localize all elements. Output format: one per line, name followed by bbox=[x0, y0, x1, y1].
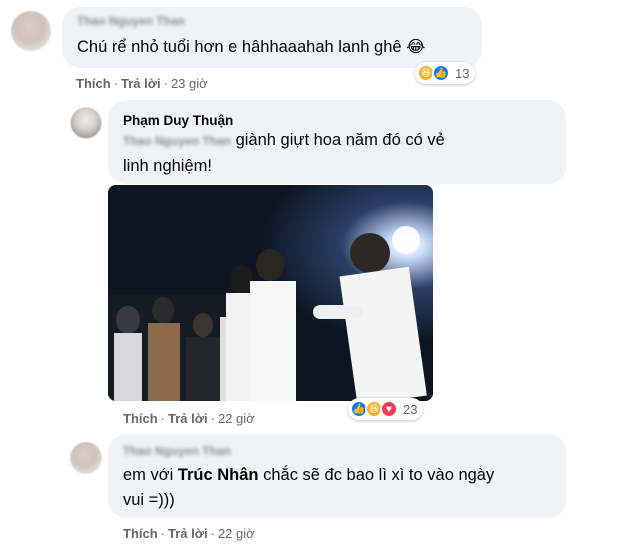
comment-author[interactable]: Thao Nguyen Than bbox=[77, 14, 185, 28]
reply-button[interactable]: Trả lời bbox=[168, 411, 208, 426]
like-button[interactable]: Thích bbox=[76, 76, 111, 91]
reaction-summary[interactable]: 😆 👍 13 bbox=[415, 62, 476, 84]
avatar[interactable] bbox=[11, 11, 51, 51]
comment-actions: Thích · Trả lời · 23 giờ bbox=[76, 76, 208, 91]
mention-link[interactable]: Trúc Nhân bbox=[178, 466, 259, 484]
comment-author[interactable]: Thao Nguyen Than bbox=[123, 444, 231, 458]
mention-link[interactable]: Thao Nguyen Than bbox=[123, 134, 231, 148]
comment-author[interactable]: Phạm Duy Thuận bbox=[123, 113, 233, 128]
comment-actions: Thích · Trả lời · 22 giờ bbox=[123, 526, 255, 541]
comment-actions: Thích · Trả lời · 22 giờ bbox=[123, 411, 255, 426]
wedding-photo bbox=[108, 185, 433, 401]
like-button[interactable]: Thích bbox=[123, 526, 158, 541]
reaction-count: 13 bbox=[455, 65, 470, 81]
reply-button[interactable]: Trả lời bbox=[121, 76, 161, 91]
timestamp[interactable]: 23 giờ bbox=[171, 76, 208, 91]
reaction-summary[interactable]: 👍 😆 ♥ 23 bbox=[348, 398, 424, 420]
avatar[interactable] bbox=[70, 442, 102, 474]
reply-button[interactable]: Trả lời bbox=[168, 526, 208, 541]
like-button[interactable]: Thích bbox=[123, 411, 158, 426]
timestamp[interactable]: 22 giờ bbox=[218, 526, 255, 541]
like-icon: 👍 bbox=[432, 64, 450, 82]
comment-photo[interactable] bbox=[108, 185, 433, 401]
love-icon: ♥ bbox=[380, 400, 398, 418]
comment-text: Thao Nguyen Than giành giựt hoa năm đó c… bbox=[123, 131, 445, 175]
comment-text: Chú rể nhỏ tuổi hơn e hâhhaaahah lanh gh… bbox=[77, 38, 426, 56]
avatar[interactable] bbox=[70, 107, 102, 139]
reaction-count: 23 bbox=[403, 401, 418, 417]
timestamp[interactable]: 22 giờ bbox=[218, 411, 255, 426]
comment-text: em với Trúc Nhân chắc sẽ đc bao lì xì to… bbox=[123, 466, 495, 509]
